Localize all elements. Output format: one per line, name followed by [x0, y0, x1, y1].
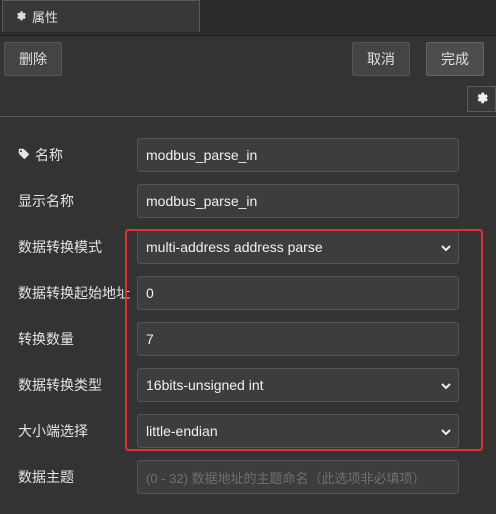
data-type-value: 16bits-unsigned int — [146, 377, 264, 393]
delete-button[interactable]: 删除 — [4, 42, 62, 76]
gear-icon — [475, 91, 488, 107]
tab-bar — [0, 86, 496, 117]
form-row-convert-mode: 数据转换模式 multi-address address parse — [0, 230, 496, 264]
done-button[interactable]: 完成 — [426, 42, 484, 76]
start-address-input[interactable]: 0 — [137, 276, 459, 310]
form-row-count: 转换数量 7 — [0, 322, 496, 356]
display-name-input[interactable]: modbus_parse_in — [137, 184, 459, 218]
form-row-data-type: 数据转换类型 16bits-unsigned int — [0, 368, 496, 402]
settings-gear-button[interactable] — [467, 86, 496, 112]
data-type-label: 数据转换类型 — [18, 377, 102, 393]
convert-mode-select[interactable]: multi-address address parse — [137, 230, 459, 264]
convert-mode-label: 数据转换模式 — [18, 239, 102, 255]
chevron-down-icon — [440, 241, 452, 257]
display-name-label: 显示名称 — [18, 193, 74, 209]
display-name-input-value: modbus_parse_in — [146, 193, 258, 209]
start-address-label: 数据转换起始地址 — [18, 285, 130, 301]
count-value: 7 — [146, 331, 154, 347]
form-row-name: 名称 modbus_parse_in — [0, 138, 496, 172]
topic-label: 数据主题 — [18, 469, 74, 485]
form-row-display-name: 显示名称 modbus_parse_in — [0, 184, 496, 218]
chevron-down-icon — [440, 379, 452, 395]
cancel-button-label: 取消 — [367, 51, 395, 67]
topic-input[interactable]: (0 - 32) 数据地址的主题命名（此选项非必填项） — [137, 460, 459, 494]
convert-mode-value: multi-address address parse — [146, 239, 323, 255]
gear-icon — [15, 9, 26, 24]
name-input[interactable]: modbus_parse_in — [137, 138, 459, 172]
name-input-value: modbus_parse_in — [146, 147, 258, 163]
tab-properties[interactable]: 属性 — [2, 0, 200, 32]
cancel-button[interactable]: 取消 — [352, 42, 410, 76]
endian-value: little-endian — [146, 423, 218, 439]
data-type-select[interactable]: 16bits-unsigned int — [137, 368, 459, 402]
count-label: 转换数量 — [18, 331, 74, 347]
endian-label: 大小端选择 — [18, 423, 88, 439]
tag-icon — [18, 147, 30, 163]
chevron-down-icon — [440, 425, 452, 441]
form-row-start-address: 数据转换起始地址 0 — [0, 276, 496, 310]
delete-button-label: 删除 — [19, 51, 47, 67]
topic-placeholder: (0 - 32) 数据地址的主题命名（此选项非必填项） — [146, 470, 426, 486]
tab-properties-label: 属性 — [32, 10, 59, 25]
count-input[interactable]: 7 — [137, 322, 459, 356]
start-address-value: 0 — [146, 285, 154, 301]
endian-select[interactable]: little-endian — [137, 414, 459, 448]
form-row-endian: 大小端选择 little-endian — [0, 414, 496, 448]
done-button-label: 完成 — [441, 51, 469, 67]
name-label: 名称 — [35, 147, 63, 163]
form-row-topic: 数据主题 (0 - 32) 数据地址的主题命名（此选项非必填项） — [0, 460, 496, 494]
